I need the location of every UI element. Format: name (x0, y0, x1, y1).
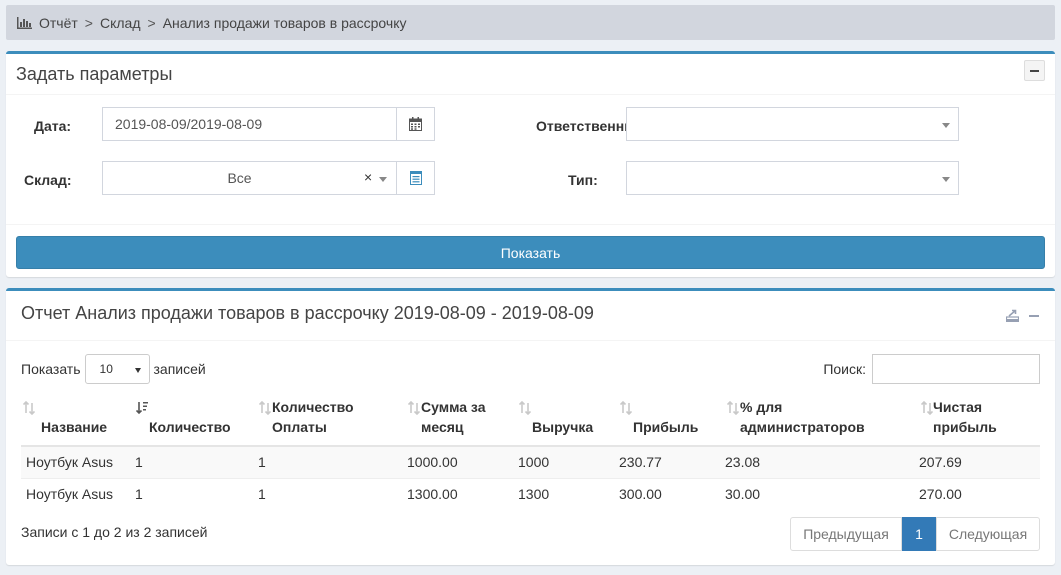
column-header-quantity[interactable]: Количество (149, 397, 231, 437)
report-panel: Отчет Анализ продажи товаров в рассрочку… (6, 288, 1055, 565)
warehouse-select[interactable]: Все × (102, 161, 397, 195)
report-title: Отчет Анализ продажи товаров в рассрочку… (21, 303, 594, 323)
column-header-profit[interactable]: Прибыль (633, 397, 698, 437)
cell-payments: 1 (258, 486, 266, 502)
divider (6, 224, 1055, 225)
divider (6, 340, 1055, 341)
breadcrumb-item-current: Анализ продажи товаров в рассрочку (162, 14, 407, 31)
clear-icon[interactable]: × (364, 169, 372, 185)
breadcrumb-separator: > (84, 14, 93, 31)
sort-icon[interactable] (727, 401, 739, 415)
caret-down-icon (134, 368, 141, 373)
minus-icon (1030, 69, 1039, 72)
page-length-value: 10 (99, 362, 113, 376)
sort-icon[interactable] (259, 401, 271, 415)
cell-profit: 230.77 (619, 454, 662, 470)
cell-admin-percent: 30.00 (725, 486, 761, 502)
sort-desc-icon[interactable] (136, 401, 148, 415)
table-info: Записи с 1 до 2 из 2 записей (21, 524, 208, 540)
table-row[interactable]: Ноутбук Asus 1 1 1000.00 1000 230.77 23.… (21, 447, 1040, 478)
cell-profit: 300.00 (619, 486, 662, 502)
warehouse-value: Все (227, 170, 252, 186)
page-button-current[interactable]: 1 (902, 517, 936, 551)
sort-icon[interactable] (921, 401, 933, 415)
column-header-net-profit[interactable]: Чистая прибыль (933, 397, 997, 437)
column-header-name[interactable]: Название (41, 397, 107, 437)
sort-icon[interactable] (519, 401, 531, 415)
page-length-select[interactable]: 10 (84, 354, 150, 384)
cell-name: Ноутбук Asus (26, 486, 114, 502)
breadcrumb-separator: > (147, 14, 156, 31)
calendar-button[interactable] (396, 107, 435, 141)
breadcrumb-item-report[interactable]: Отчёт (39, 15, 78, 31)
minus-icon[interactable] (1029, 314, 1039, 317)
cell-monthly-sum: 1000.00 (407, 454, 458, 470)
cell-revenue: 1000 (518, 454, 550, 470)
calendar-icon (409, 117, 422, 131)
column-header-revenue[interactable]: Выручка (532, 397, 593, 437)
cell-net-profit: 270.00 (919, 486, 962, 502)
chevron-down-icon (942, 177, 950, 182)
length-prefix: Показать (21, 361, 81, 377)
prev-page-button[interactable]: Предыдущая (790, 517, 902, 551)
date-value: 2019-08-09/2019-08-09 (115, 116, 263, 132)
sort-icon[interactable] (620, 401, 632, 415)
length-suffix: записей (153, 361, 206, 377)
search-control: Поиск: (823, 354, 1040, 384)
type-label: Тип: (568, 172, 598, 188)
warehouse-label: Склад: (24, 172, 72, 188)
collapse-button[interactable] (1024, 60, 1045, 81)
breadcrumb: Отчёт > Склад > Анализ продажи товаров в… (6, 5, 1055, 40)
cell-net-profit: 207.69 (919, 454, 962, 470)
date-input[interactable]: 2019-08-09/2019-08-09 (102, 107, 397, 141)
column-header-admin-percent[interactable]: % для администраторов (740, 397, 865, 437)
search-input[interactable] (872, 354, 1040, 384)
responsible-label: Ответственни (536, 118, 626, 134)
type-select[interactable] (626, 161, 959, 195)
list-icon (409, 171, 422, 185)
responsible-select[interactable] (626, 107, 959, 141)
page-length-control: Показать 10 записей (21, 354, 206, 384)
cell-payments: 1 (258, 454, 266, 470)
chevron-down-icon (942, 123, 950, 128)
parameters-title: Задать параметры (16, 63, 173, 84)
chevron-down-icon (379, 177, 387, 182)
cell-monthly-sum: 1300.00 (407, 486, 458, 502)
show-button[interactable]: Показать (16, 236, 1045, 269)
sort-icon[interactable] (23, 401, 35, 415)
pagination: Предыдущая 1 Следующая (790, 517, 1040, 551)
cell-quantity: 1 (135, 454, 143, 470)
next-page-button[interactable]: Следующая (936, 517, 1040, 551)
bar-chart-icon (17, 16, 32, 29)
export-icon[interactable] (1006, 309, 1019, 322)
column-header-monthly-sum[interactable]: Сумма за месяц (421, 397, 485, 437)
table-row[interactable]: Ноутбук Asus 1 1 1300.00 1300 300.00 30.… (21, 479, 1040, 510)
date-label: Дата: (34, 118, 72, 134)
parameters-header: Задать параметры (6, 54, 1055, 95)
parameters-panel: Задать параметры Дата: 2019-08-09/2019-0… (6, 51, 1055, 277)
search-label: Поиск: (823, 361, 866, 377)
report-tools (1006, 309, 1039, 322)
column-header-payments[interactable]: Количество Оплаты (272, 397, 354, 437)
cell-revenue: 1300 (518, 486, 550, 502)
breadcrumb-item-warehouse[interactable]: Склад (100, 15, 141, 31)
cell-admin-percent: 23.08 (725, 454, 761, 470)
sort-icon[interactable] (408, 401, 420, 415)
cell-name: Ноутбук Asus (26, 454, 114, 470)
warehouse-list-button[interactable] (396, 161, 435, 195)
cell-quantity: 1 (135, 486, 143, 502)
